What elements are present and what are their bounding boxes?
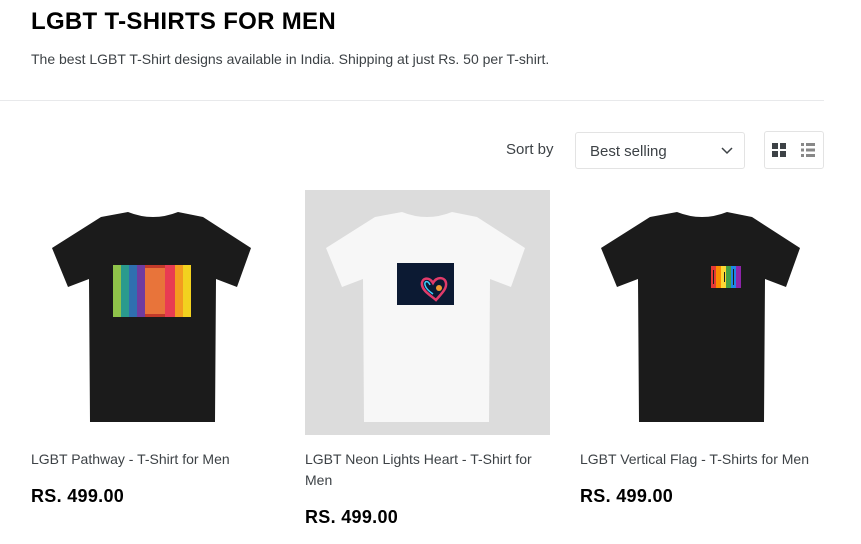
- product-name[interactable]: LGBT Neon Lights Heart - T-Shirt for Men: [305, 449, 550, 491]
- product-card[interactable]: LGBT Vertical Flag - T-Shirts for Men RS…: [580, 190, 825, 507]
- page-title: LGBT T-SHIRTS FOR MEN: [31, 8, 336, 35]
- product-name[interactable]: LGBT Vertical Flag - T-Shirts for Men: [580, 449, 825, 470]
- tshirt-image: [31, 190, 276, 435]
- sort-select-value: Best selling: [590, 143, 667, 160]
- product-image[interactable]: [305, 190, 550, 435]
- tshirt-image: [305, 190, 550, 435]
- page-subtitle: The best LGBT T-Shirt designs available …: [31, 51, 550, 67]
- grid-icon: [772, 143, 786, 157]
- product-price: RS. 499.00: [580, 486, 674, 506]
- product-image[interactable]: [580, 190, 825, 435]
- product-name[interactable]: LGBT Pathway - T-Shirt for Men: [31, 449, 276, 470]
- view-toggle: [764, 131, 824, 169]
- divider: [0, 100, 824, 101]
- product-price: RS. 499.00: [305, 507, 399, 527]
- list-view-button[interactable]: [794, 132, 823, 168]
- product-card[interactable]: LGBT Pathway - T-Shirt for Men RS. 499.0…: [31, 190, 276, 507]
- product-image[interactable]: [31, 190, 276, 435]
- sort-select[interactable]: Best selling: [575, 132, 745, 169]
- chevron-down-icon: [721, 147, 733, 155]
- tshirt-image: [580, 190, 825, 435]
- list-icon: [801, 143, 815, 157]
- grid-view-button[interactable]: [765, 132, 794, 168]
- product-card[interactable]: LGBT Neon Lights Heart - T-Shirt for Men…: [305, 190, 550, 528]
- product-price: RS. 499.00: [31, 486, 125, 506]
- sort-label: Sort by: [506, 141, 554, 158]
